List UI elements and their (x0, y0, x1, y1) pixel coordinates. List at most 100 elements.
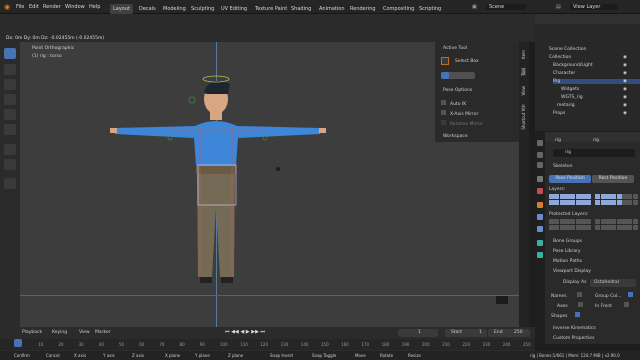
layer-toggle[interactable] (611, 200, 617, 205)
workspace-header[interactable]: Workspace (443, 134, 468, 139)
tab-rendering[interactable]: Rendering (347, 4, 379, 14)
layer-toggle[interactable] (580, 219, 586, 224)
layer-toggle[interactable] (616, 200, 622, 205)
in-front-checkbox[interactable]: In Front (595, 302, 629, 309)
visibility-eye-icon[interactable]: ◉ (623, 111, 627, 116)
layer-toggle[interactable] (621, 225, 627, 230)
layer-toggle[interactable] (575, 194, 581, 199)
tab-decals[interactable]: Decals (136, 4, 159, 14)
group-colors-checkbox[interactable]: Group Col... (595, 292, 633, 299)
layer-toggle[interactable] (575, 219, 581, 224)
layer-toggle[interactable] (616, 225, 622, 230)
skeleton-header[interactable]: Skeleton (553, 164, 572, 169)
object-name[interactable]: rig (555, 138, 561, 143)
armature-name-field[interactable]: rig (553, 149, 635, 157)
rest-position-button[interactable]: Rest Position (592, 175, 634, 183)
physics-tab-icon[interactable] (537, 226, 543, 232)
motion-paths-panel[interactable]: Motion Paths (553, 259, 582, 264)
scene-name[interactable]: Scene (486, 4, 526, 10)
layer-toggle[interactable] (627, 225, 633, 230)
layer-toggle[interactable] (606, 200, 611, 205)
visibility-eye-icon[interactable]: ◉ (623, 103, 627, 108)
layer-toggle[interactable] (606, 194, 611, 199)
visibility-eye-icon[interactable]: ◉ (623, 95, 627, 100)
layer-toggle[interactable] (549, 200, 554, 205)
visibility-eye-icon[interactable]: ◉ (623, 87, 627, 92)
blender-logo-icon[interactable]: ◉ (4, 3, 10, 11)
marker-menu[interactable]: Marker (95, 330, 111, 335)
outliner-item[interactable]: WGTS_rig (561, 95, 640, 100)
annotate-tool-icon[interactable] (4, 144, 16, 155)
layer-toggle[interactable] (586, 219, 592, 224)
menu-edit[interactable]: Edit (29, 4, 39, 10)
tab-modeling[interactable]: Modeling (160, 4, 189, 14)
tab-scripting[interactable]: Scripting (416, 4, 444, 14)
layer-toggle[interactable] (564, 219, 570, 224)
layer-toggle[interactable] (554, 225, 560, 230)
bone-size-tool-icon[interactable] (4, 178, 16, 189)
viewport-display-panel[interactable]: Viewport Display (553, 269, 591, 274)
shapes-checkbox[interactable]: Shapes (551, 312, 581, 319)
timeline-ruler[interactable]: 0102030405060708090100110120130140150160… (0, 339, 535, 350)
layer-toggle[interactable] (559, 200, 565, 205)
layer-toggle[interactable] (627, 219, 633, 224)
tab-uv-editing[interactable]: UV Editing (218, 4, 250, 14)
pose-options-header[interactable]: Pose Options (443, 88, 472, 93)
layer-toggle[interactable] (559, 219, 565, 224)
visibility-eye-icon[interactable]: ◉ (623, 71, 627, 76)
layer-toggle[interactable] (575, 200, 581, 205)
layer-toggle[interactable] (549, 194, 554, 199)
layer-toggle[interactable] (564, 225, 570, 230)
outliner-item[interactable]: Widgets (561, 87, 640, 92)
layer-toggle[interactable] (595, 200, 601, 205)
layer-toggle[interactable] (564, 194, 570, 199)
layer-toggle[interactable] (575, 225, 581, 230)
end-frame-field[interactable]: End 250 (488, 329, 530, 337)
outliner-item[interactable]: metarig (557, 103, 640, 108)
tab-shading[interactable]: Shading (288, 4, 314, 14)
playback-menu[interactable]: Playback (22, 330, 42, 335)
display-as-dropdown[interactable]: Octahedral (590, 279, 636, 287)
tab-animation[interactable]: Animation (316, 4, 348, 14)
menu-help[interactable]: Help (89, 4, 100, 10)
layer-toggle[interactable] (570, 200, 576, 205)
auto-ik-checkbox[interactable]: Auto IK (441, 100, 466, 107)
visibility-eye-icon[interactable]: ◉ (623, 63, 627, 68)
output-tab-icon[interactable] (537, 162, 543, 168)
view-layer-icon[interactable]: ▤ (556, 4, 561, 10)
tab-texture-paint[interactable]: Texture Paint (252, 4, 290, 14)
keying-menu[interactable]: Keying (52, 330, 67, 335)
visibility-eye-icon[interactable]: ◉ (623, 55, 627, 60)
layer-toggle[interactable] (559, 225, 565, 230)
tab-compositing[interactable]: Compositing (380, 4, 417, 14)
transform-tool-icon[interactable] (4, 124, 16, 135)
select-box-tool-icon[interactable] (4, 48, 16, 59)
measure-tool-icon[interactable] (4, 159, 16, 170)
layer-toggle[interactable] (611, 219, 617, 224)
tab-view[interactable]: View (521, 86, 526, 96)
layer-toggle[interactable] (616, 194, 622, 199)
select-box-icon[interactable] (441, 57, 449, 65)
layer-toggle[interactable] (616, 219, 622, 224)
start-frame-field[interactable]: Start 1 (445, 329, 487, 337)
layer-toggle[interactable] (586, 225, 592, 230)
layer-toggle[interactable] (621, 200, 627, 205)
layer-toggle[interactable] (586, 200, 592, 205)
playhead[interactable] (14, 339, 22, 347)
current-frame-field[interactable]: 1 (398, 329, 438, 337)
layer-toggle[interactable] (549, 225, 554, 230)
layer-toggle[interactable] (632, 225, 638, 230)
layer-toggle[interactable] (621, 219, 627, 224)
tab-shortcut-vur[interactable]: Shortcut VUr (521, 104, 526, 130)
layer-toggle[interactable] (627, 200, 633, 205)
tab-sculpting[interactable]: Sculpting (188, 4, 217, 14)
tool-tab-icon[interactable] (537, 140, 543, 146)
layer-toggle[interactable] (570, 194, 576, 199)
menu-file[interactable]: File (16, 4, 24, 10)
names-checkbox[interactable]: Names (551, 292, 582, 299)
layer-toggle[interactable] (600, 200, 606, 205)
axes-checkbox[interactable]: Axes (557, 302, 583, 309)
layer-toggle[interactable] (595, 225, 601, 230)
layer-toggle[interactable] (554, 219, 560, 224)
modifier-tab-icon[interactable] (537, 214, 543, 220)
